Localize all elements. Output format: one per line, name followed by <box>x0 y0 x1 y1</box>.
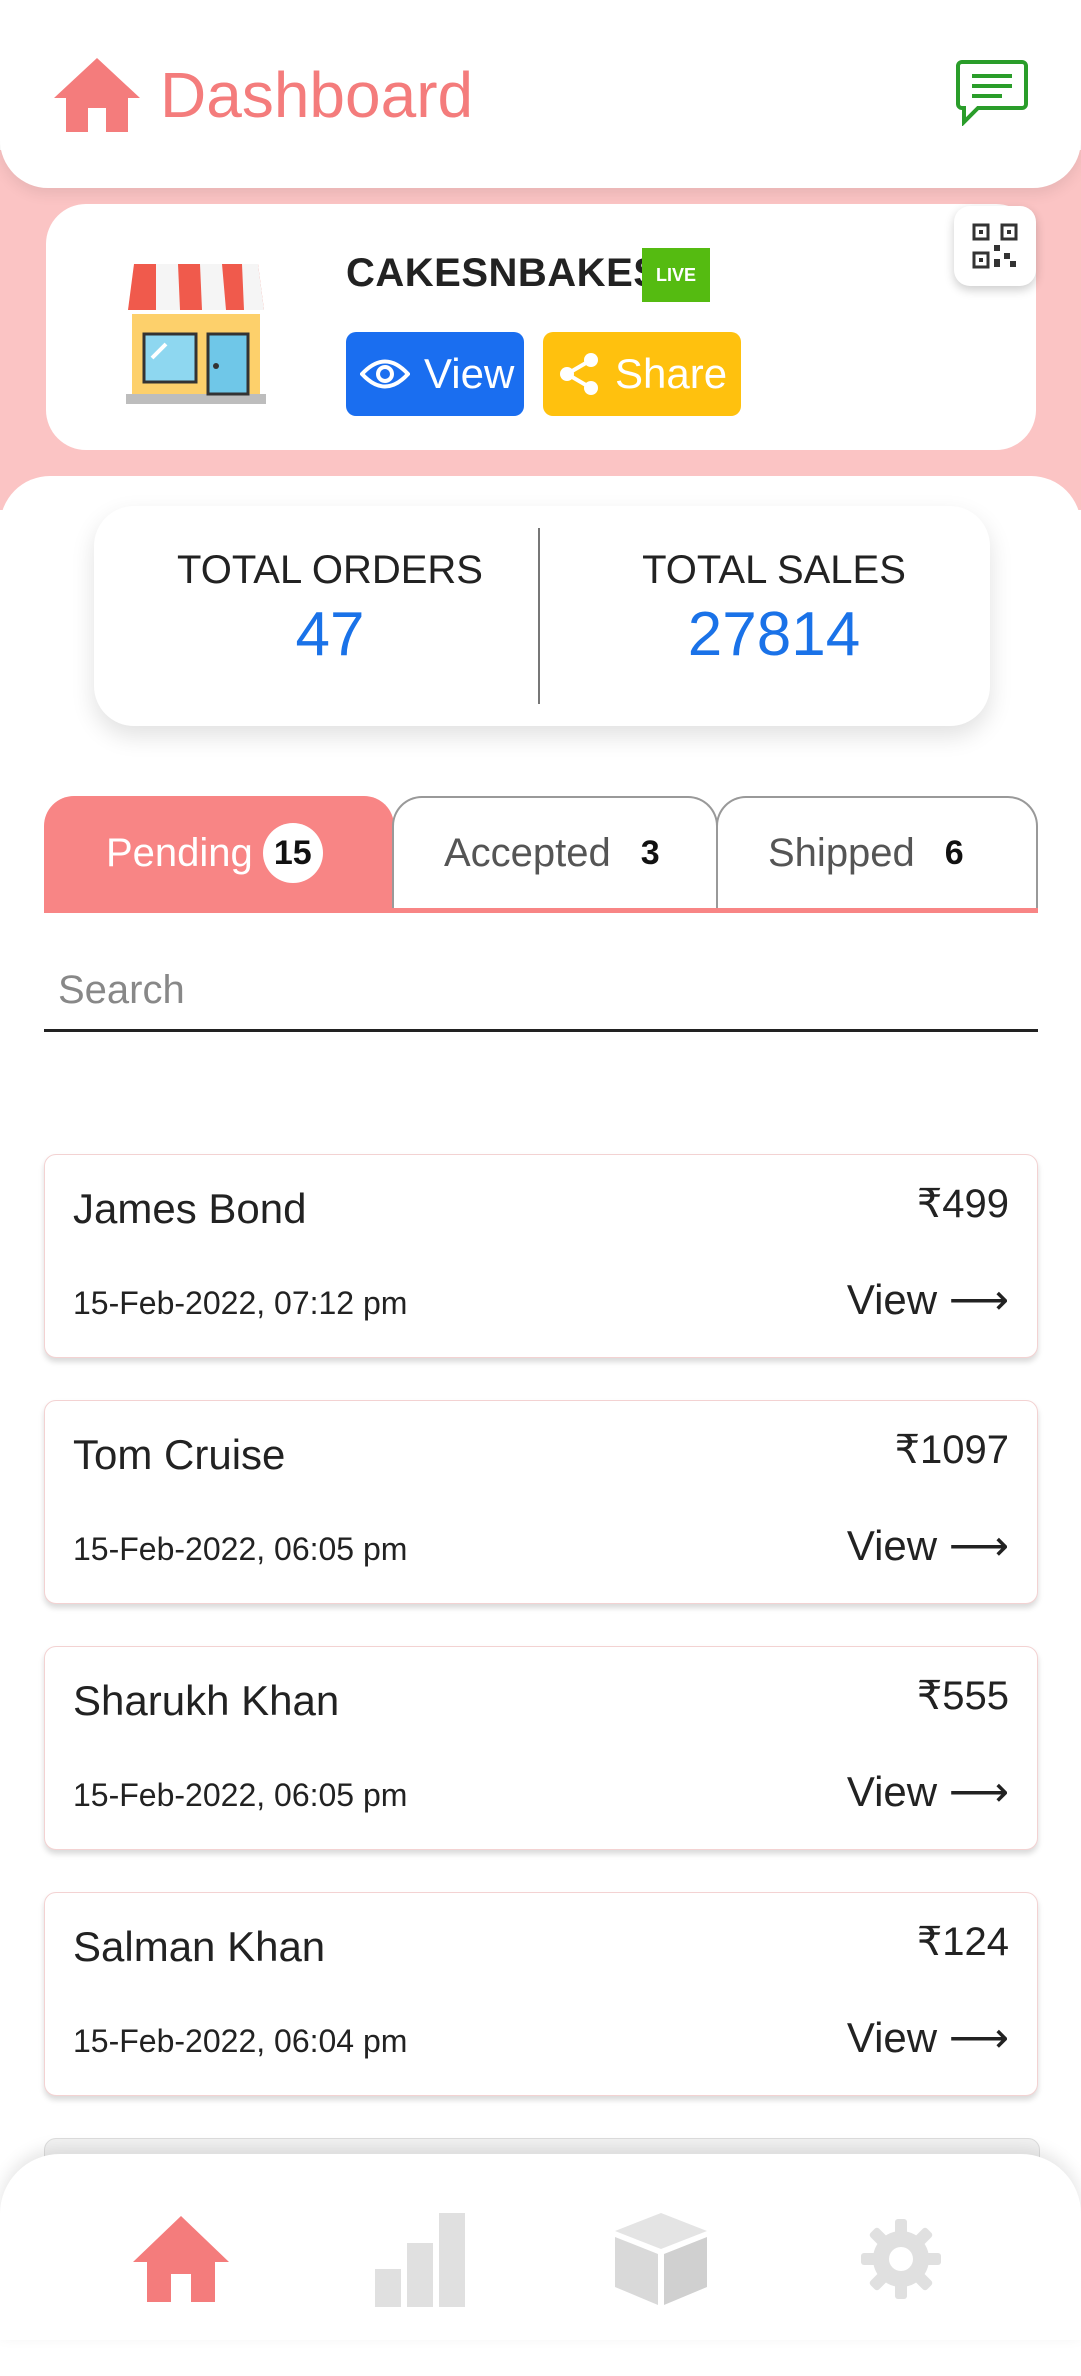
tab-underline <box>44 908 1038 913</box>
order-date: 15-Feb-2022, 06:05 pm <box>73 1777 408 1813</box>
qr-code-icon <box>972 223 1018 269</box>
order-status-tabs: Pending 15 Accepted 3 Shipped 6 <box>44 796 1038 912</box>
order-customer-name: James Bond <box>73 1185 307 1232</box>
view-store-button[interactable]: View <box>346 332 524 416</box>
eye-icon <box>360 359 410 389</box>
app-header: Dashboard <box>0 0 1081 188</box>
order-card[interactable]: James Bond 15-Feb-2022, 07:12 pm ₹499 Vi… <box>44 1154 1038 1358</box>
order-card[interactable]: Sharukh Khan 15-Feb-2022, 06:05 pm ₹555 … <box>44 1646 1038 1850</box>
order-amount: ₹124 <box>916 1920 1009 1964</box>
stats-card: TOTAL ORDERS 47 TOTAL SALES 27814 <box>94 506 990 726</box>
search-input[interactable] <box>44 952 1038 1032</box>
view-button-label: View <box>424 350 515 397</box>
nav-products[interactable] <box>606 2204 716 2314</box>
tab-accepted-label: Accepted <box>444 830 611 875</box>
home-icon[interactable] <box>52 56 142 134</box>
tab-shipped-count: 6 <box>944 833 964 872</box>
total-sales-label: TOTAL SALES <box>642 548 906 592</box>
order-date: 15-Feb-2022, 07:12 pm <box>73 1285 408 1321</box>
total-orders-value: 47 <box>295 600 365 669</box>
total-orders-stat: TOTAL ORDERS 47 <box>130 546 530 676</box>
tab-accepted-count: 3 <box>640 833 660 872</box>
share-store-button[interactable]: Share <box>543 332 741 416</box>
status-badge: LIVE <box>642 248 710 302</box>
tab-pending[interactable]: Pending 15 <box>44 796 394 908</box>
tab-shipped[interactable]: Shipped 6 <box>716 796 1038 908</box>
qr-code-button[interactable] <box>954 206 1036 286</box>
tab-accepted[interactable]: Accepted 3 <box>392 796 718 908</box>
gear-icon <box>861 2219 941 2299</box>
order-amount: ₹555 <box>916 1674 1009 1718</box>
box-icon <box>615 2213 707 2305</box>
total-orders-label: TOTAL ORDERS <box>177 548 483 592</box>
nav-settings[interactable] <box>846 2204 956 2314</box>
order-date: 15-Feb-2022, 06:05 pm <box>73 1531 408 1567</box>
total-sales-stat: TOTAL SALES 27814 <box>574 546 974 676</box>
order-amount: ₹499 <box>916 1182 1009 1226</box>
order-card[interactable]: Salman Khan 15-Feb-2022, 06:04 pm ₹124 V… <box>44 1892 1038 2096</box>
chat-icon[interactable] <box>956 58 1028 126</box>
share-button-label: Share <box>615 350 728 397</box>
store-card: CAKESNBAKES LIVE View Share <box>46 204 1036 450</box>
shop-icon <box>126 264 266 404</box>
tab-pending-count: 15 <box>262 823 323 883</box>
order-date: 15-Feb-2022, 06:04 pm <box>73 2023 408 2059</box>
nav-home[interactable] <box>126 2204 236 2314</box>
order-view-link[interactable]: View ⟶ <box>847 1521 1009 1570</box>
order-view-link[interactable]: View ⟶ <box>847 1275 1009 1324</box>
order-card[interactable]: Tom Cruise 15-Feb-2022, 06:05 pm ₹1097 V… <box>44 1400 1038 1604</box>
nav-analytics[interactable] <box>366 2204 476 2314</box>
total-sales-value: 27814 <box>687 600 861 669</box>
page-title: Dashboard <box>160 59 474 131</box>
stats-divider <box>538 528 540 704</box>
order-customer-name: Sharukh Khan <box>73 1677 340 1724</box>
bar-chart-icon <box>375 2213 465 2307</box>
order-view-link[interactable]: View ⟶ <box>847 1767 1009 1816</box>
order-customer-name: Salman Khan <box>73 1923 326 1970</box>
tab-pending-label: Pending <box>106 830 253 875</box>
bottom-navigation <box>0 2154 1081 2340</box>
order-customer-name: Tom Cruise <box>73 1431 286 1478</box>
order-view-link[interactable]: View ⟶ <box>847 2013 1009 2062</box>
tab-shipped-label: Shipped <box>768 830 915 875</box>
store-name: CAKESNBAKES <box>346 251 661 295</box>
home-icon <box>133 2216 229 2302</box>
share-icon <box>560 353 598 395</box>
order-amount: ₹1097 <box>894 1428 1009 1472</box>
